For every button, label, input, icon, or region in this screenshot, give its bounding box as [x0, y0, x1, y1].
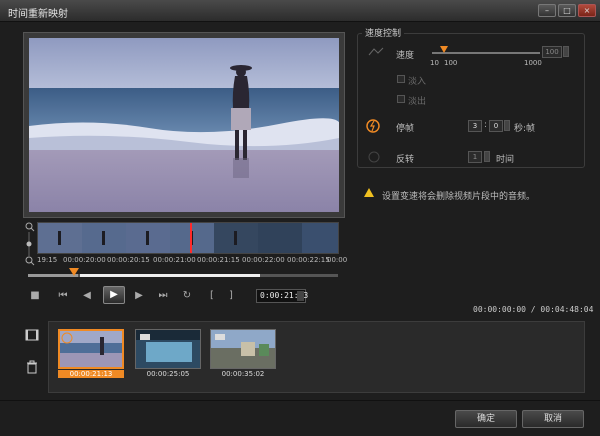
freeze-label: 停帧	[396, 124, 415, 134]
clip-thumbnail-2[interactable]	[135, 329, 201, 369]
next-frame-button[interactable]: ▶	[132, 290, 146, 302]
tick-label: 19:15	[37, 256, 58, 264]
mark-out-button[interactable]: ]	[224, 290, 238, 302]
speed-slider-handle[interactable]	[440, 46, 448, 53]
maximize-button[interactable]: □	[558, 4, 576, 17]
clip-label-3: 00:00:35:02	[221, 370, 265, 378]
freeze-seconds-field[interactable]: 3	[468, 120, 482, 132]
speed-max-label: 1000	[524, 59, 542, 67]
tick-label: 00:00:21:15	[197, 256, 240, 264]
reverse-label: 反转	[396, 155, 415, 165]
timecode-spinner[interactable]	[297, 291, 304, 301]
freeze-separator: :	[484, 120, 488, 130]
video-preview	[29, 38, 339, 212]
clip-thumbnail-1[interactable]	[58, 329, 124, 369]
clip-thumbnail-3[interactable]	[210, 329, 276, 369]
fade-in-label: 淡入	[408, 77, 427, 87]
timeline-filmstrip[interactable]	[37, 222, 339, 254]
time-info: 00:00:00:00 / 00:04:48:04	[473, 305, 594, 314]
freeze-unit-label: 秒:帧	[514, 124, 536, 134]
minimize-button[interactable]: –	[538, 4, 556, 17]
speed-spinner[interactable]	[563, 46, 569, 57]
ok-button[interactable]: 确定	[455, 410, 517, 428]
reverse-spinner[interactable]	[484, 151, 490, 162]
speed-slider-track[interactable]	[432, 52, 540, 54]
scrub-selection	[80, 274, 260, 277]
timecode-field[interactable]: 0:00:21:13	[256, 289, 308, 303]
play-button[interactable]: ▶	[103, 286, 125, 304]
tick-label: 00:00	[327, 256, 348, 264]
go-to-end-button[interactable]: ⏭	[156, 290, 170, 302]
freeze-frame-icon[interactable]	[366, 119, 380, 136]
go-to-start-button[interactable]: ⏮	[56, 290, 70, 302]
reverse-unit-label: 时间	[496, 155, 515, 165]
mark-in-button[interactable]: [	[205, 290, 219, 302]
warning-icon	[364, 188, 374, 197]
title-bar: 时间重新映射 – □ ×	[0, 0, 600, 22]
clip-label-1: 00:00:21:13	[58, 370, 124, 378]
freeze-spinner[interactable]	[504, 120, 510, 131]
clip-strip	[48, 321, 585, 393]
trash-icon[interactable]	[25, 360, 39, 374]
repeat-button[interactable]: ↻	[180, 290, 194, 302]
fade-in-checkbox[interactable]	[397, 75, 405, 83]
freeze-frames-field[interactable]: 0	[489, 120, 503, 132]
window-title: 时间重新映射	[8, 9, 68, 20]
reverse-icon	[368, 151, 380, 166]
close-button[interactable]: ×	[578, 4, 596, 17]
tick-label: 00:00:22:00	[242, 256, 285, 264]
timeline-ruler: 19:15 00:00:20:00 00:00:20:15 00:00:21:0…	[37, 256, 347, 268]
cancel-button[interactable]: 取消	[522, 410, 584, 428]
speed-mid-label: 100	[444, 59, 458, 67]
tick-label: 00:00:20:00	[63, 256, 106, 264]
stop-button[interactable]: ■	[28, 290, 42, 302]
reverse-value-field[interactable]: 1	[468, 151, 482, 163]
clip-label-2: 00:00:25:05	[146, 370, 190, 378]
tick-label: 00:00:22:15	[287, 256, 330, 264]
speed-min-label: 10	[430, 59, 439, 67]
warning-message: 设置变速将会删除视频片段中的音频。	[382, 192, 536, 202]
fade-out-label: 淡出	[408, 97, 427, 107]
speed-label: 速度	[396, 51, 415, 61]
previous-frame-button[interactable]: ◀	[80, 290, 94, 302]
speed-icon	[368, 47, 384, 60]
footer-divider	[0, 400, 600, 401]
tick-label: 00:00:20:15	[107, 256, 150, 264]
speed-value-field[interactable]: 100	[542, 46, 562, 58]
scrub-handle[interactable]	[69, 268, 79, 276]
film-icon[interactable]	[25, 328, 39, 342]
tick-label: 00:00:21:00	[153, 256, 196, 264]
fade-out-checkbox[interactable]	[397, 95, 405, 103]
panel-legend: 速度控制	[362, 26, 405, 39]
zoom-control[interactable]	[24, 222, 36, 266]
